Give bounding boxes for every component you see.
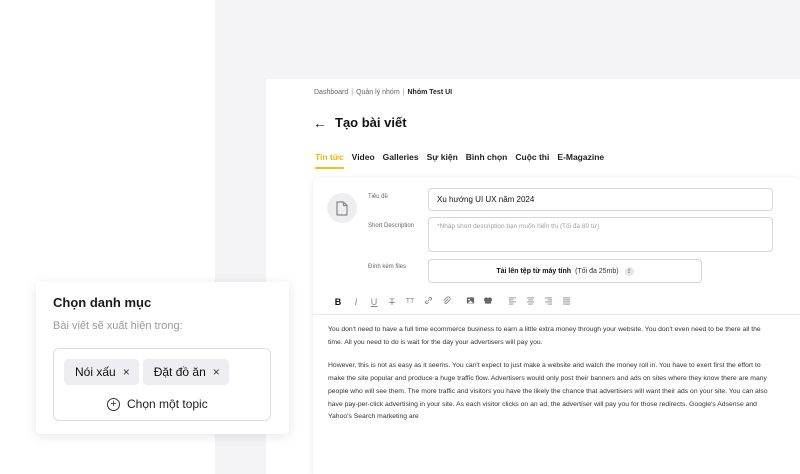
upload-size-hint: (Tối đa 25mb) [575,267,619,275]
upload-button-label: Tải lên tệp từ máy tính [496,267,572,275]
category-selector: Nói xấu × Đặt đồ ăn × + Chọn một topic [53,348,271,421]
selected-chips: Nói xấu × Đặt đồ ăn × [64,359,229,385]
align-justify-icon[interactable] [557,296,575,307]
editor-content[interactable]: You don't need to have a full time ecomm… [328,324,774,435]
breadcrumb-separator: | [351,89,354,96]
toolbar-divider [313,314,800,315]
bold-button[interactable]: B [329,297,347,307]
editor-card: Tiêu đề Xu hướng UI UX năm 2024 Short De… [313,178,800,474]
category-chip: Đặt đồ ăn × [142,359,229,385]
chip-label: Đặt đồ ăn [153,365,206,379]
tab-galleries[interactable]: Galleries [383,152,419,169]
breadcrumb-current: Nhóm Test UI [407,89,453,96]
align-right-icon[interactable] [539,296,557,307]
choose-topic-button[interactable]: + Chọn một topic [107,397,208,411]
breadcrumb: Dashboard | Quản lý nhóm | Nhóm Test UI [314,89,452,96]
category-card: Chọn danh mục Bài viết sẽ xuất hiện tron… [36,282,289,434]
tab-video[interactable]: Video [352,152,375,169]
tab-news[interactable]: Tin tức [315,152,344,169]
image-icon[interactable] [461,296,479,307]
close-icon[interactable]: × [213,366,220,378]
main-panel: Dashboard | Quản lý nhóm | Nhóm Test UI ← Tạ… [266,79,800,474]
attachment-icon[interactable] [437,296,455,307]
document-icon-glyph [336,200,348,216]
gallery-icon-glyph [483,297,493,304]
title-label: Tiêu đề [368,194,388,200]
category-title: Chọn danh mục [53,295,152,310]
align-justify-icon-glyph [562,296,570,304]
align-center-icon[interactable] [521,296,539,307]
chip-label: Nói xấu [75,365,116,379]
tab-emagazine[interactable]: E-Magazine [557,152,604,169]
tabs: Tin tức Video Galleries Sự kiện Bình chọ… [315,152,604,169]
align-center-icon-glyph [526,296,534,304]
align-left-icon[interactable] [503,296,521,307]
arrow-left-icon[interactable]: ← [313,116,327,130]
breadcrumb-separator: | [402,89,405,96]
italic-button[interactable]: I [347,297,365,307]
align-right-icon-glyph [544,296,552,304]
stage: Dashboard | Quản lý nhóm | Nhóm Test UI ← Tạ… [0,0,800,474]
tab-polls[interactable]: Bình chọn [466,152,508,169]
content-paragraph: However, this is not as easy as it seems… [328,362,768,421]
upload-button[interactable]: Tải lên tệp từ máy tính (Tối đa 25mb) ⇪ [428,259,702,283]
attachment-icon-glyph [442,296,451,304]
short-description-input[interactable]: *Nhập short description bạn muốn hiển th… [428,217,773,252]
tab-contests[interactable]: Cuộc thi [515,152,549,169]
category-chip: Nói xấu × [64,359,139,385]
strikethrough-button[interactable]: T [383,297,401,307]
cloud-upload-icon: ⇪ [624,266,634,276]
attach-files-label: Đính kèm files [368,264,407,270]
close-icon[interactable]: × [123,366,130,378]
short-description-label: Short Description [368,223,415,229]
link-icon-glyph [424,296,432,305]
link-icon[interactable] [419,296,437,307]
tab-events[interactable]: Sự kiện [427,152,458,169]
title-row: ← Tạo bài viết [313,115,407,130]
align-left-icon-glyph [508,296,516,304]
plus-circle-icon: + [107,397,120,411]
document-icon[interactable] [327,193,357,223]
breadcrumb-dashboard[interactable]: Dashboard [314,89,348,96]
content-paragraph: You don't need to have a full time ecomm… [328,326,761,346]
choose-topic-label: Chọn một topic [127,397,208,411]
text-size-button[interactable]: TT [401,298,419,305]
underline-button[interactable]: U [365,297,383,307]
title-input[interactable]: Xu hướng UI UX năm 2024 [428,188,773,211]
image-icon-glyph [466,297,474,304]
breadcrumb-group-management[interactable]: Quản lý nhóm [356,89,400,96]
gallery-icon[interactable] [479,296,497,307]
page-title: Tạo bài viết [335,115,407,130]
editor-toolbar: B I U T TT [329,296,575,307]
category-subtitle: Bài viết sẽ xuất hiện trong: [53,320,183,332]
